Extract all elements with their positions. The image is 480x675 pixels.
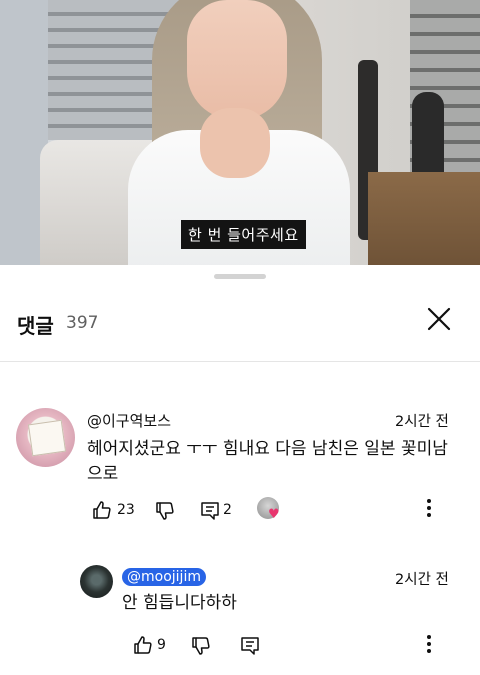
comment-time: 2시간 전: [395, 414, 449, 430]
video-subtitle: 한 번 들어주세요: [181, 220, 306, 249]
reply-avatar[interactable]: [80, 565, 113, 598]
reply-like-count: 9: [157, 637, 166, 653]
reply-more-button[interactable]: [425, 633, 433, 655]
comments-sheet: 댓글 397 @이구역보스 2시간 전 헤어지셨군요 ㅜㅜ 힘내요 다음 남친은…: [0, 265, 480, 675]
avatar-note-image: [27, 419, 67, 457]
comment-more-button[interactable]: [425, 497, 433, 519]
comment-author[interactable]: @이구역보스: [87, 410, 171, 431]
like-button[interactable]: [92, 500, 112, 524]
reply-text: 안 힘듭니다하하: [122, 593, 237, 613]
video-player[interactable]: 한 번 들어주세요: [0, 0, 480, 265]
more-vert-icon: [425, 635, 433, 653]
thumbs-down-icon: [156, 502, 174, 520]
thumbs-down-icon: [192, 637, 210, 655]
reply-like-button[interactable]: [133, 635, 153, 659]
dislike-button[interactable]: [155, 501, 175, 525]
comment-text-line: 헤어지셨군요 ㅜㅜ 힘내요 다음 남친은 일본 꽃미남: [87, 439, 448, 459]
reply-time: 2시간 전: [395, 572, 449, 588]
side-table: [368, 172, 480, 265]
avatar[interactable]: [16, 408, 75, 467]
comments-count: 397: [66, 313, 99, 333]
comment-text: 헤어지셨군요 ㅜㅜ 힘내요 다음 남친은 일본 꽃미남 으로: [87, 437, 457, 487]
person-hands: [200, 108, 270, 178]
comments-title: 댓글: [17, 314, 54, 338]
more-vert-icon: [425, 499, 433, 517]
reply-reply-button[interactable]: [240, 636, 260, 660]
close-button[interactable]: [420, 300, 458, 338]
comment-text-line: 으로: [87, 464, 119, 484]
thumbs-up-icon: [93, 501, 111, 519]
reply-icon: [201, 502, 219, 520]
heart-icon: ♥: [268, 507, 280, 522]
person-face: [187, 0, 287, 120]
reply-button[interactable]: [200, 501, 220, 525]
reply-dislike-button[interactable]: [191, 636, 211, 660]
reply-icon: [241, 637, 259, 655]
creator-heart-icon: ♥: [257, 497, 280, 522]
thumbs-up-icon: [134, 636, 152, 654]
drag-handle[interactable]: [214, 274, 266, 279]
like-count: 23: [117, 502, 135, 518]
header-divider: [0, 361, 480, 362]
reply-author-badge[interactable]: @moojijim: [122, 568, 206, 586]
close-icon: [427, 307, 451, 331]
reply-count: 2: [223, 502, 232, 518]
